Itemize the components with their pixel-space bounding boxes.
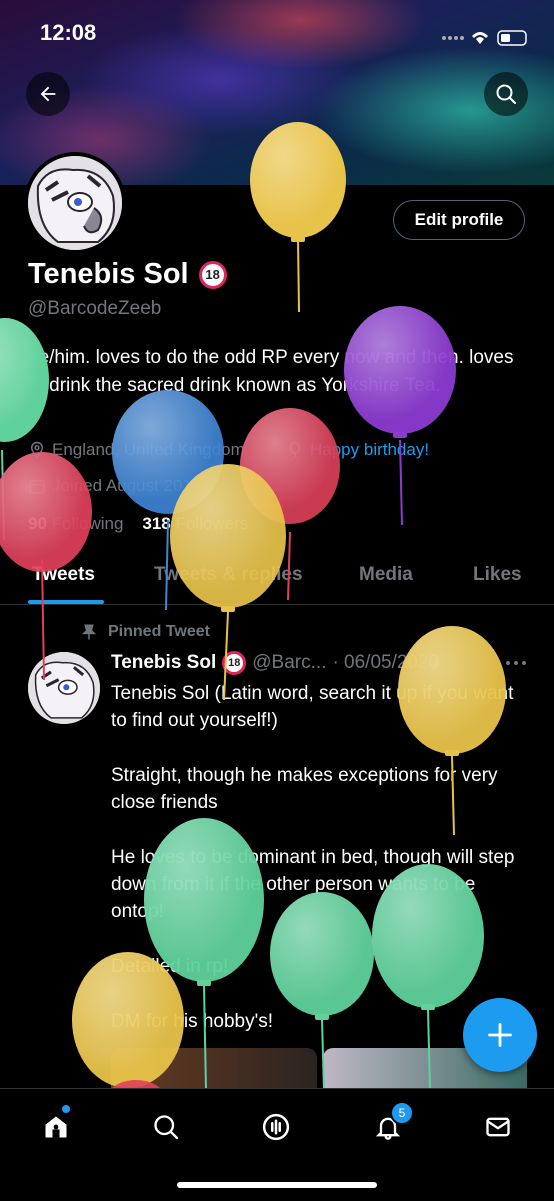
profile-name-row: Tenebis Sol 18 <box>28 258 227 291</box>
plus-icon <box>488 1023 512 1047</box>
profile-joined: Joined August 2018 <box>52 476 202 495</box>
pinned-label-row: Pinned Tweet <box>80 622 210 642</box>
notification-count-badge: 5 <box>390 1101 414 1125</box>
tab-media[interactable]: Media <box>359 564 413 586</box>
tweet-paragraph: DM for his hobby's! <box>111 1011 274 1032</box>
tweet-author[interactable]: Tenebis Sol <box>111 652 216 674</box>
search-icon <box>154 1115 179 1140</box>
profile-joined-row: Joined August 2018 <box>28 476 201 496</box>
tab-tweets[interactable]: Tweets <box>32 564 95 586</box>
search-button[interactable] <box>484 72 528 116</box>
nav-notifications[interactable]: 5 <box>368 1101 414 1147</box>
more-options-icon[interactable] <box>505 660 527 666</box>
nav-spaces[interactable] <box>256 1107 296 1147</box>
nav-search[interactable] <box>146 1107 186 1147</box>
tweet-paragraph: He loves to be dominant in bed, though w… <box>111 847 515 922</box>
tweet-handle[interactable]: @Barc... <box>252 652 326 674</box>
compose-tweet-button[interactable] <box>463 998 537 1072</box>
pin-icon <box>81 624 97 640</box>
nav-home[interactable] <box>36 1105 76 1147</box>
profile-handle: @BarcodeZeeb <box>28 298 162 319</box>
followers-link[interactable]: 318 Followers <box>142 514 248 533</box>
tab-likes[interactable]: Likes <box>473 564 522 586</box>
balloon-icon <box>289 441 301 458</box>
profile-birthday-row: Happy birthday! <box>286 440 429 460</box>
tweet-paragraph: Detailed in rp! <box>111 956 229 977</box>
age-restriction-icon: 18 <box>222 651 247 675</box>
profile-tabs: Tweets Tweets & replies Media Likes <box>0 552 554 605</box>
spaces-icon <box>262 1113 290 1141</box>
profile-birthday[interactable]: Happy birthday! <box>310 440 429 460</box>
follow-stats: 90 Following 318 Followers <box>28 514 248 534</box>
tweet-paragraph: Tenebis Sol (Latin word, search it up if… <box>111 683 514 731</box>
tweet-media-image-1[interactable] <box>111 1048 317 1090</box>
balloon-purple <box>344 306 456 526</box>
profile-avatar[interactable] <box>24 152 126 254</box>
arrow-left-icon <box>40 86 56 102</box>
age-restriction-icon: 18 <box>198 260 227 289</box>
profile-name: Tenebis Sol <box>28 258 189 290</box>
home-indicator <box>177 1182 377 1188</box>
status-time: 12:08 <box>40 20 97 45</box>
tweet-header: Tenebis Sol 18 @Barc... · 06/05/2020 <box>111 651 439 675</box>
home-icon <box>45 1116 67 1138</box>
tweet-avatar[interactable] <box>28 652 100 724</box>
tweet-text: Tenebis Sol (Latin word, search it up if… <box>111 680 521 1063</box>
edit-profile-button[interactable]: Edit profile <box>393 200 525 240</box>
tweet-date: · 06/05/2020 <box>332 652 440 673</box>
profile-location-row: England, United Kingdom <box>28 440 245 460</box>
status-bar: 12:08 <box>0 0 554 64</box>
calendar-icon <box>29 480 45 494</box>
back-button[interactable] <box>26 72 70 116</box>
location-pin-icon <box>30 441 44 459</box>
search-icon <box>496 84 516 104</box>
pinned-label: Pinned Tweet <box>108 623 210 640</box>
status-icons <box>442 30 527 46</box>
tab-tweets-replies[interactable]: Tweets & replies <box>154 564 303 586</box>
nav-messages[interactable] <box>478 1107 518 1147</box>
following-link[interactable]: 90 Following <box>28 514 123 533</box>
home-notification-dot <box>62 1105 70 1113</box>
active-tab-indicator <box>28 600 104 604</box>
profile-location: England, United Kingdom <box>52 440 245 459</box>
mail-icon <box>486 1117 510 1137</box>
tweet-paragraph: Straight, though he makes exceptions for… <box>111 765 498 813</box>
profile-bio: he/him. loves to do the odd RP every now… <box>28 347 514 396</box>
